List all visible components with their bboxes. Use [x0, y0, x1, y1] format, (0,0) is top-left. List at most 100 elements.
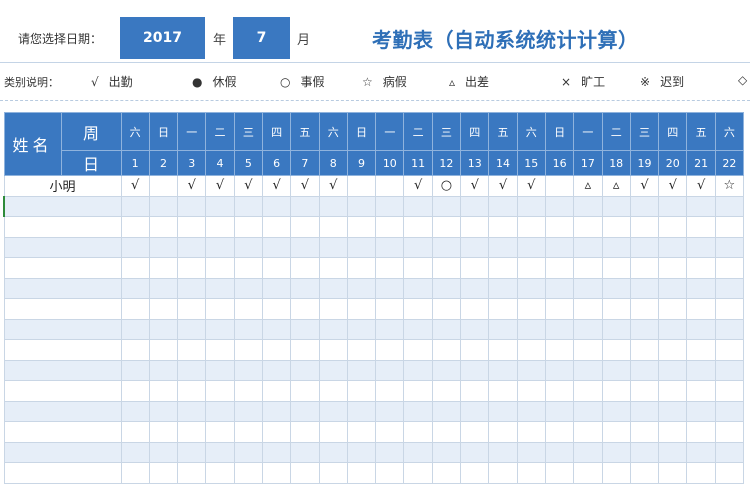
attendance-cell[interactable]	[318, 380, 348, 402]
attendance-cell[interactable]	[403, 421, 433, 443]
employee-name-cell[interactable]	[3, 277, 122, 299]
attendance-cell[interactable]	[233, 441, 263, 463]
attendance-cell[interactable]	[516, 462, 546, 484]
attendance-cell[interactable]	[375, 277, 405, 299]
attendance-cell[interactable]	[261, 318, 292, 340]
attendance-cell[interactable]	[205, 236, 235, 258]
attendance-cell[interactable]	[346, 380, 377, 402]
attendance-cell[interactable]	[686, 339, 716, 361]
attendance-cell[interactable]	[544, 175, 575, 197]
attendance-cell[interactable]	[148, 257, 179, 279]
attendance-cell[interactable]	[714, 318, 745, 340]
attendance-cell[interactable]	[516, 277, 546, 299]
attendance-cell[interactable]	[290, 257, 320, 279]
attendance-cell[interactable]	[573, 421, 603, 443]
attendance-cell[interactable]	[205, 462, 235, 484]
employee-name-cell[interactable]: 小明	[3, 175, 122, 197]
attendance-cell[interactable]	[318, 339, 348, 361]
attendance-cell[interactable]	[290, 400, 320, 422]
attendance-cell[interactable]	[658, 298, 688, 320]
attendance-cell[interactable]	[318, 257, 348, 279]
attendance-cell[interactable]	[714, 298, 745, 320]
attendance-cell[interactable]	[233, 298, 263, 320]
employee-name-cell[interactable]	[3, 400, 122, 422]
employee-name-cell[interactable]	[3, 339, 122, 361]
attendance-cell[interactable]	[658, 359, 688, 381]
attendance-cell[interactable]	[290, 339, 320, 361]
attendance-cell[interactable]	[516, 216, 546, 238]
attendance-cell[interactable]	[403, 257, 433, 279]
attendance-cell[interactable]	[601, 216, 631, 238]
attendance-cell[interactable]	[148, 400, 179, 422]
attendance-cell[interactable]	[318, 421, 348, 443]
attendance-cell[interactable]	[714, 216, 745, 238]
attendance-cell[interactable]	[573, 216, 603, 238]
attendance-cell[interactable]	[290, 236, 320, 258]
attendance-cell[interactable]: √	[205, 175, 235, 197]
attendance-cell[interactable]	[658, 441, 688, 463]
employee-name-cell[interactable]	[3, 236, 122, 258]
attendance-cell[interactable]	[375, 441, 405, 463]
attendance-cell[interactable]	[205, 380, 235, 402]
attendance-cell[interactable]	[488, 277, 518, 299]
attendance-cell[interactable]	[714, 277, 745, 299]
attendance-cell[interactable]	[261, 257, 292, 279]
attendance-cell[interactable]	[431, 236, 462, 258]
attendance-cell[interactable]	[233, 400, 263, 422]
attendance-cell[interactable]	[714, 339, 745, 361]
attendance-cell[interactable]	[205, 441, 235, 463]
attendance-cell[interactable]: ▵	[573, 175, 603, 197]
attendance-cell[interactable]	[431, 462, 462, 484]
attendance-cell[interactable]	[601, 380, 631, 402]
attendance-cell[interactable]: √	[658, 175, 688, 197]
attendance-cell[interactable]	[403, 462, 433, 484]
attendance-cell[interactable]	[516, 380, 546, 402]
attendance-cell[interactable]	[629, 359, 660, 381]
attendance-cell[interactable]	[658, 339, 688, 361]
attendance-cell[interactable]: √	[177, 175, 207, 197]
attendance-cell[interactable]	[573, 277, 603, 299]
attendance-cell[interactable]	[629, 216, 660, 238]
attendance-cell[interactable]	[460, 298, 490, 320]
attendance-cell[interactable]	[431, 380, 462, 402]
attendance-cell[interactable]	[544, 236, 575, 258]
attendance-cell[interactable]	[658, 400, 688, 422]
attendance-cell[interactable]	[148, 216, 179, 238]
attendance-cell[interactable]	[658, 236, 688, 258]
attendance-cell[interactable]	[601, 236, 631, 258]
attendance-cell[interactable]: √	[629, 175, 660, 197]
attendance-cell[interactable]	[205, 298, 235, 320]
attendance-cell[interactable]	[290, 318, 320, 340]
attendance-cell[interactable]	[544, 380, 575, 402]
attendance-cell[interactable]	[403, 236, 433, 258]
attendance-cell[interactable]	[431, 195, 462, 217]
attendance-cell[interactable]	[658, 277, 688, 299]
employee-name-cell[interactable]	[3, 195, 122, 217]
attendance-cell[interactable]	[261, 400, 292, 422]
attendance-cell[interactable]	[488, 462, 518, 484]
attendance-cell[interactable]	[375, 421, 405, 443]
attendance-cell[interactable]	[488, 195, 518, 217]
attendance-cell[interactable]	[544, 298, 575, 320]
attendance-cell[interactable]	[686, 277, 716, 299]
attendance-cell[interactable]	[516, 400, 546, 422]
attendance-cell[interactable]	[148, 298, 179, 320]
attendance-cell[interactable]	[375, 359, 405, 381]
attendance-cell[interactable]	[573, 195, 603, 217]
employee-name-cell[interactable]	[3, 380, 122, 402]
attendance-cell[interactable]	[205, 257, 235, 279]
attendance-cell[interactable]	[544, 277, 575, 299]
attendance-cell[interactable]	[261, 462, 292, 484]
attendance-cell[interactable]	[290, 441, 320, 463]
attendance-cell[interactable]: √	[403, 175, 433, 197]
attendance-cell[interactable]	[460, 195, 490, 217]
attendance-cell[interactable]	[205, 277, 235, 299]
attendance-cell[interactable]	[233, 216, 263, 238]
attendance-cell[interactable]: √	[290, 175, 320, 197]
attendance-cell[interactable]	[233, 380, 263, 402]
attendance-cell[interactable]	[714, 257, 745, 279]
attendance-cell[interactable]	[629, 380, 660, 402]
attendance-cell[interactable]	[148, 277, 179, 299]
attendance-cell[interactable]	[261, 298, 292, 320]
attendance-cell[interactable]	[290, 421, 320, 443]
